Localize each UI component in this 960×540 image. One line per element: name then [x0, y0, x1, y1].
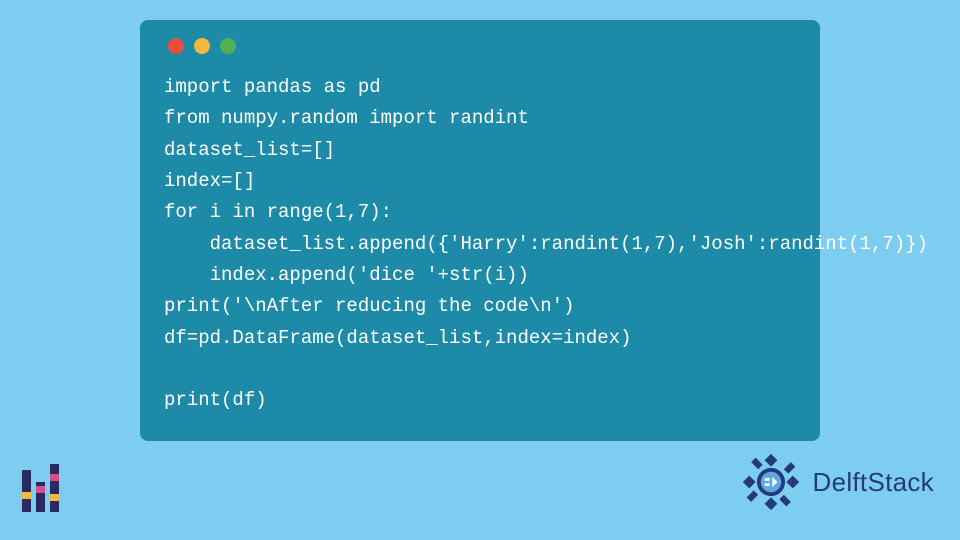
code-window: import pandas as pd from numpy.random im… [140, 20, 820, 441]
maximize-icon [220, 38, 236, 54]
medallion-icon [739, 450, 803, 514]
left-logo-icon [22, 462, 64, 512]
minimize-icon [194, 38, 210, 54]
close-icon [168, 38, 184, 54]
code-content: import pandas as pd from numpy.random im… [164, 72, 796, 417]
window-controls [168, 38, 796, 54]
brand-name: DelftStack [813, 467, 935, 498]
brand-logo: DelftStack [739, 450, 935, 514]
